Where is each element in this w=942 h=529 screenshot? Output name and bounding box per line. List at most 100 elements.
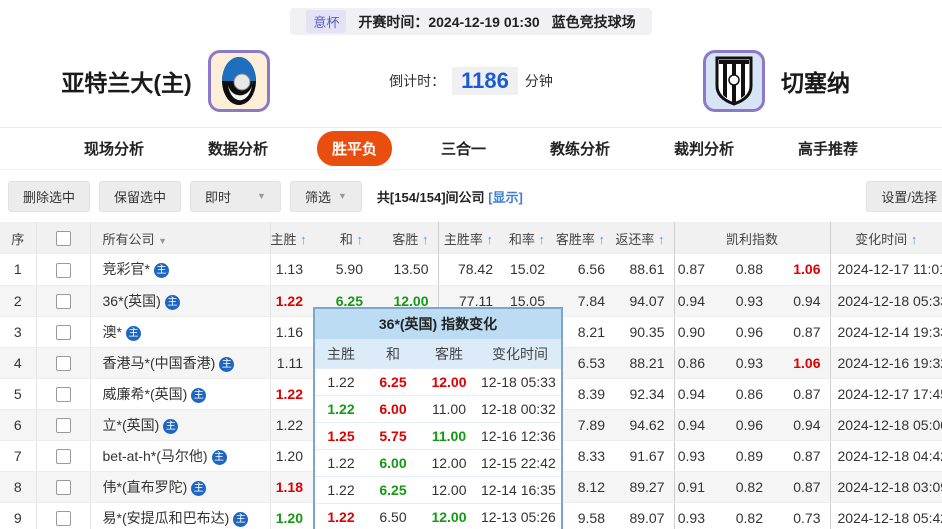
row-checkbox[interactable] xyxy=(56,387,71,402)
home-team: 亚特兰大(主) xyxy=(0,50,331,112)
popup-header-row: 主胜 和 客胜 变化时间 xyxy=(315,339,561,368)
popup-history-row: 1.25 5.75 11.00 12-16 12:36 xyxy=(315,422,561,449)
chevron-down-icon: ▼ xyxy=(257,191,266,201)
header-draw-odds[interactable]: 和 ↑ xyxy=(312,222,372,254)
row-checkbox[interactable] xyxy=(56,263,71,278)
company-name[interactable]: 伟*(直布罗陀) xyxy=(103,479,188,495)
sort-up-icon: ↑ xyxy=(300,232,307,247)
popup-history-row: 1.22 6.50 12.00 12-13 05:26 xyxy=(315,503,561,529)
main-market-badge-icon: 主 xyxy=(191,481,206,496)
header-home-odds[interactable]: 主胜 ↑ xyxy=(270,222,312,254)
row-checkbox[interactable] xyxy=(56,325,71,340)
popup-change-time: 12-13 05:26 xyxy=(479,509,561,525)
popup-away-odds: 11.00 xyxy=(419,401,479,417)
company-cell: bet-at-h*(马尔他)主 xyxy=(90,440,270,471)
atalanta-crest-icon xyxy=(218,55,260,107)
change-time-cell: 2024-12-18 05:33 xyxy=(830,285,942,316)
row-checkbox[interactable] xyxy=(56,418,71,433)
chevron-down-icon[interactable]: ▼ xyxy=(158,236,167,246)
popup-change-time: 12-15 22:42 xyxy=(479,455,561,471)
match-info-pill: 意杯 开赛时间：2024-12-19 01:30 蓝色竞技球场 xyxy=(290,8,651,35)
header-payout-rate[interactable]: 返还率 ↑ xyxy=(614,222,674,254)
tab-referee-analysis[interactable]: 裁判分析 xyxy=(659,131,749,166)
time-mode-select[interactable]: 即时▼ xyxy=(190,181,281,212)
home-odds-cell[interactable]: 1.11 xyxy=(270,347,312,378)
kelly-away-cell: 1.06 xyxy=(772,254,830,285)
kelly-away-cell: 0.94 xyxy=(772,285,830,316)
top-bar: 意杯 开赛时间：2024-12-19 01:30 蓝色竞技球场 xyxy=(0,0,942,35)
kelly-home-cell: 0.94 xyxy=(674,285,714,316)
tab-win-draw-lose[interactable]: 胜平负 xyxy=(317,131,392,166)
row-checkbox[interactable] xyxy=(56,356,71,371)
row-checkbox-cell xyxy=(36,347,90,378)
row-index: 6 xyxy=(0,409,36,440)
popup-away-odds: 12.00 xyxy=(419,509,479,525)
kelly-home-cell: 0.91 xyxy=(674,471,714,502)
tab-three-in-one[interactable]: 三合一 xyxy=(426,131,501,166)
home-odds-cell[interactable]: 1.20 xyxy=(270,502,312,529)
away-rate-cell: 7.89 xyxy=(554,409,614,440)
company-cell: 立*(英国)主 xyxy=(90,409,270,440)
delete-selected-button[interactable]: 删除选中 xyxy=(8,181,90,212)
header-draw-rate[interactable]: 和率 ↑ xyxy=(502,222,554,254)
sort-up-icon: ↑ xyxy=(658,232,665,247)
home-odds-cell[interactable]: 1.13 xyxy=(270,254,312,285)
company-name[interactable]: 澳* xyxy=(103,324,122,340)
header-home-rate[interactable]: 主胜率 ↑ xyxy=(438,222,502,254)
payout-rate-cell: 89.27 xyxy=(614,471,674,502)
company-name[interactable]: 香港马*(中国香港) xyxy=(103,355,216,371)
row-checkbox[interactable] xyxy=(56,511,71,526)
company-cell: 香港马*(中国香港)主 xyxy=(90,347,270,378)
header-company[interactable]: 所有公司 ▼ xyxy=(90,222,270,254)
popup-header-home: 主胜 xyxy=(315,344,367,364)
odds-history-popup: 36*(英国) 指数变化 主胜 和 客胜 变化时间 1.22 6.25 12.0… xyxy=(313,307,563,529)
home-odds-cell[interactable]: 1.20 xyxy=(270,440,312,471)
company-name[interactable]: 易*(安提瓜和巴布达) xyxy=(103,510,230,526)
settings-button[interactable]: 设置/选择 xyxy=(866,181,942,212)
sort-up-icon: ↑ xyxy=(422,232,429,247)
kelly-home-cell: 0.86 xyxy=(674,347,714,378)
company-name[interactable]: 威廉希*(英国) xyxy=(103,386,188,402)
home-odds-cell[interactable]: 1.22 xyxy=(270,409,312,440)
change-time-cell: 2024-12-17 11:01 xyxy=(830,254,942,285)
header-away-odds[interactable]: 客胜 ↑ xyxy=(372,222,438,254)
home-team-logo xyxy=(208,50,270,112)
home-odds-cell[interactable]: 1.22 xyxy=(270,285,312,316)
filter-select[interactable]: 筛选▼ xyxy=(290,181,362,212)
tab-expert-picks[interactable]: 高手推荐 xyxy=(783,131,873,166)
company-name[interactable]: bet-at-h*(马尔他) xyxy=(103,448,208,464)
popup-home-odds: 1.25 xyxy=(315,428,367,444)
chevron-down-icon: ▼ xyxy=(338,191,347,201)
row-checkbox[interactable] xyxy=(56,294,71,309)
kickoff-time: 开赛时间：2024-12-19 01:30 xyxy=(358,12,539,32)
row-checkbox-cell xyxy=(36,471,90,502)
select-all-checkbox[interactable] xyxy=(56,231,71,246)
tab-live-analysis[interactable]: 现场分析 xyxy=(69,131,159,166)
kelly-draw-cell: 0.93 xyxy=(714,285,772,316)
tab-coach-analysis[interactable]: 教练分析 xyxy=(535,131,625,166)
draw-odds-cell[interactable]: 5.90 xyxy=(312,254,372,285)
league-badge[interactable]: 意杯 xyxy=(306,10,346,33)
show-link[interactable]: [显示] xyxy=(488,190,523,205)
away-odds-cell[interactable]: 13.50 xyxy=(372,254,438,285)
venue: 蓝色竞技球场 xyxy=(552,12,636,32)
home-team-name[interactable]: 亚特兰大(主) xyxy=(61,64,191,98)
away-rate-cell: 6.56 xyxy=(554,254,614,285)
home-odds-cell[interactable]: 1.16 xyxy=(270,316,312,347)
kelly-home-cell: 0.90 xyxy=(674,316,714,347)
company-name[interactable]: 立*(英国) xyxy=(103,417,160,433)
company-name[interactable]: 竞彩官* xyxy=(103,261,150,277)
sort-up-icon: ↑ xyxy=(911,232,918,247)
header-away-rate[interactable]: 客胜率 ↑ xyxy=(554,222,614,254)
home-odds-cell[interactable]: 1.22 xyxy=(270,378,312,409)
home-odds-cell[interactable]: 1.18 xyxy=(270,471,312,502)
row-checkbox[interactable] xyxy=(56,480,71,495)
tab-data-analysis[interactable]: 数据分析 xyxy=(193,131,283,166)
cesena-crest-icon xyxy=(715,56,753,106)
keep-selected-button[interactable]: 保留选中 xyxy=(99,181,181,212)
away-team-name[interactable]: 切塞纳 xyxy=(781,64,850,98)
header-change-time[interactable]: 变化时间 ↑ xyxy=(830,222,942,254)
row-checkbox[interactable] xyxy=(56,449,71,464)
main-market-badge-icon: 主 xyxy=(165,295,180,310)
company-name[interactable]: 36*(英国) xyxy=(103,293,161,309)
